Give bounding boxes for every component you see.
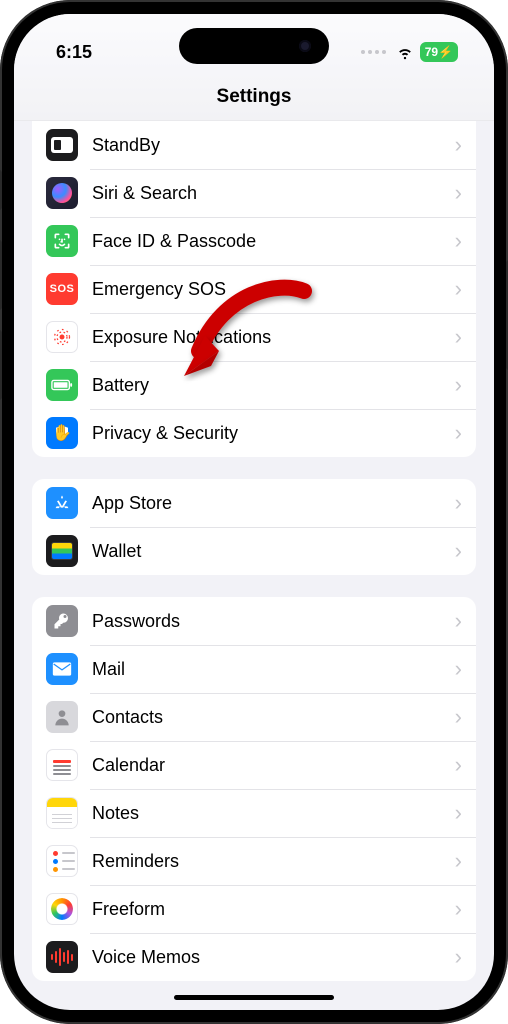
- calendar-icon: [46, 749, 78, 781]
- row-label: Voice Memos: [92, 947, 455, 968]
- chevron-right-icon: ›: [455, 490, 462, 516]
- voicememos-icon: [46, 941, 78, 973]
- freeform-icon: [46, 893, 78, 925]
- exposure-icon: [46, 321, 78, 353]
- chevron-right-icon: ›: [455, 944, 462, 970]
- faceid-icon: [46, 225, 78, 257]
- settings-row-wallet[interactable]: Wallet ›: [32, 527, 476, 575]
- settings-row-privacy[interactable]: ✋ Privacy & Security ›: [32, 409, 476, 457]
- settings-row-reminders[interactable]: Reminders ›: [32, 837, 476, 885]
- chevron-right-icon: ›: [455, 132, 462, 158]
- chevron-right-icon: ›: [455, 848, 462, 874]
- chevron-right-icon: ›: [455, 228, 462, 254]
- battery-indicator: 79⚡: [420, 42, 458, 62]
- chevron-right-icon: ›: [455, 420, 462, 446]
- settings-row-freeform[interactable]: Freeform ›: [32, 885, 476, 933]
- settings-group-store: App Store › Wallet ›: [32, 479, 476, 575]
- settings-row-calendar[interactable]: Calendar ›: [32, 741, 476, 789]
- volume-up-button: [0, 240, 2, 310]
- settings-group-apps: Passwords › Mail › Contacts ›: [32, 597, 476, 981]
- chevron-right-icon: ›: [455, 752, 462, 778]
- mail-icon: [46, 653, 78, 685]
- chevron-right-icon: ›: [455, 324, 462, 350]
- dynamic-island: [179, 28, 329, 64]
- row-label: Contacts: [92, 707, 455, 728]
- chevron-right-icon: ›: [455, 800, 462, 826]
- notes-icon: [46, 797, 78, 829]
- row-label: Emergency SOS: [92, 279, 455, 300]
- chevron-right-icon: ›: [455, 608, 462, 634]
- row-label: Face ID & Passcode: [92, 231, 455, 252]
- settings-list[interactable]: StandBy › Siri & Search › Face ID & Pass…: [14, 121, 494, 1007]
- privacy-icon: ✋: [46, 417, 78, 449]
- chevron-right-icon: ›: [455, 276, 462, 302]
- chevron-right-icon: ›: [455, 180, 462, 206]
- row-label: Siri & Search: [92, 183, 455, 204]
- row-label: Mail: [92, 659, 455, 680]
- wifi-icon: [396, 43, 414, 61]
- settings-row-passwords[interactable]: Passwords ›: [32, 597, 476, 645]
- row-label: Wallet: [92, 541, 455, 562]
- row-label: Passwords: [92, 611, 455, 632]
- sos-icon: SOS: [46, 273, 78, 305]
- row-label: Battery: [92, 375, 455, 396]
- settings-row-appstore[interactable]: App Store ›: [32, 479, 476, 527]
- cellular-signal-icon: [361, 50, 386, 54]
- chevron-right-icon: ›: [455, 896, 462, 922]
- screen: 6:15 79⚡ Settings StandBy ›: [14, 14, 494, 1010]
- settings-row-sos[interactable]: SOS Emergency SOS ›: [32, 265, 476, 313]
- settings-row-battery[interactable]: Battery ›: [32, 361, 476, 409]
- siri-icon: [46, 177, 78, 209]
- chevron-right-icon: ›: [455, 372, 462, 398]
- home-indicator[interactable]: [174, 995, 334, 1000]
- battery-icon: [46, 369, 78, 401]
- standby-icon: [46, 129, 78, 161]
- settings-row-siri[interactable]: Siri & Search ›: [32, 169, 476, 217]
- row-label: App Store: [92, 493, 455, 514]
- status-right: 79⚡: [361, 42, 458, 62]
- status-time: 6:15: [56, 42, 92, 63]
- settings-row-exposure[interactable]: Exposure Notifications ›: [32, 313, 476, 361]
- settings-row-standby[interactable]: StandBy ›: [32, 121, 476, 169]
- settings-group-system: StandBy › Siri & Search › Face ID & Pass…: [32, 121, 476, 457]
- page-title: Settings: [14, 72, 494, 121]
- row-label: Freeform: [92, 899, 455, 920]
- chevron-right-icon: ›: [455, 704, 462, 730]
- settings-row-faceid[interactable]: Face ID & Passcode ›: [32, 217, 476, 265]
- passwords-icon: [46, 605, 78, 637]
- row-label: StandBy: [92, 135, 455, 156]
- chevron-right-icon: ›: [455, 538, 462, 564]
- settings-row-voicememos[interactable]: Voice Memos ›: [32, 933, 476, 981]
- chevron-right-icon: ›: [455, 656, 462, 682]
- row-label: Notes: [92, 803, 455, 824]
- settings-row-mail[interactable]: Mail ›: [32, 645, 476, 693]
- wallet-icon: [46, 535, 78, 567]
- appstore-icon: [46, 487, 78, 519]
- row-label: Calendar: [92, 755, 455, 776]
- settings-row-contacts[interactable]: Contacts ›: [32, 693, 476, 741]
- reminders-icon: [46, 845, 78, 877]
- mute-switch: [0, 170, 2, 210]
- row-label: Exposure Notifications: [92, 327, 455, 348]
- row-label: Reminders: [92, 851, 455, 872]
- battery-level: 79: [425, 45, 438, 59]
- contacts-icon: [46, 701, 78, 733]
- phone-frame: 6:15 79⚡ Settings StandBy ›: [0, 0, 508, 1024]
- settings-row-notes[interactable]: Notes ›: [32, 789, 476, 837]
- volume-down-button: [0, 330, 2, 400]
- row-label: Privacy & Security: [92, 423, 455, 444]
- charging-icon: ⚡: [438, 45, 453, 59]
